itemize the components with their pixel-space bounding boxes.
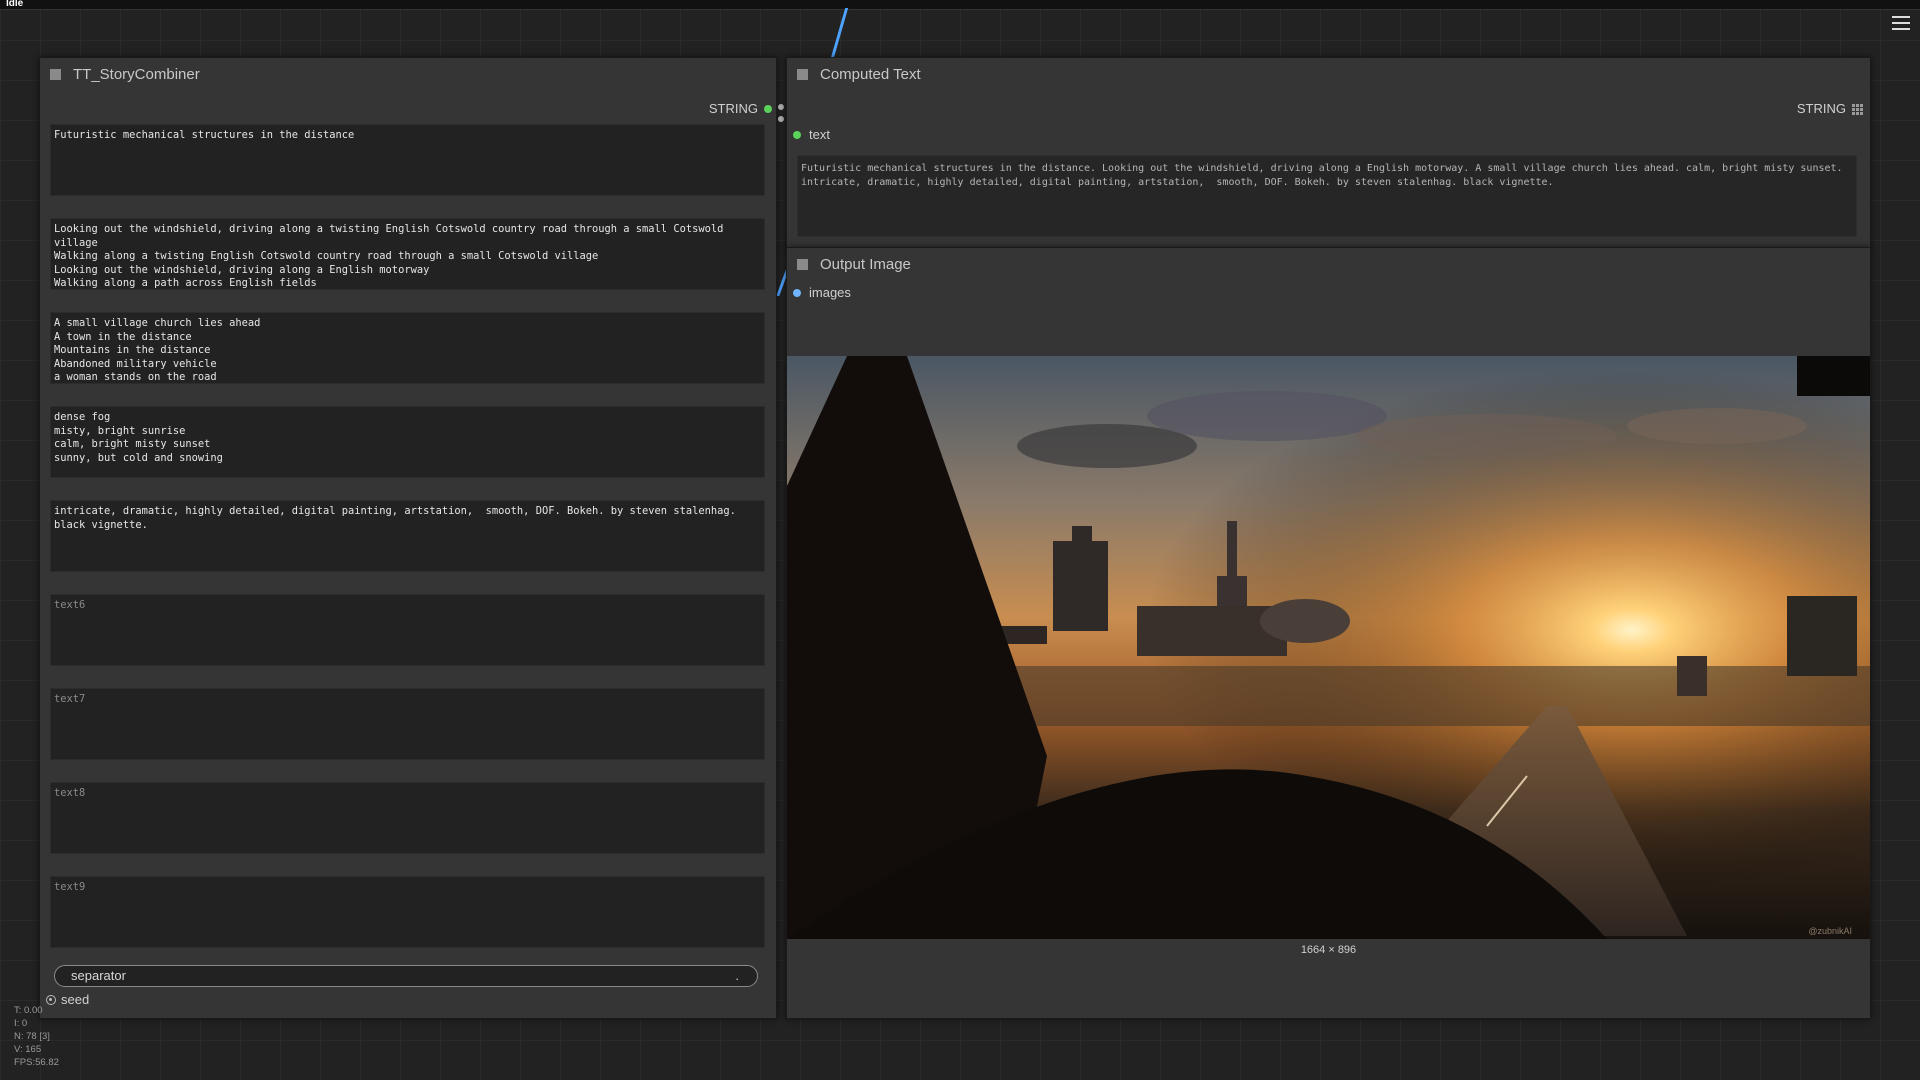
computed-text-display: Futuristic mechanical structures in the … [797, 155, 1857, 237]
stat-iterations: I: 0 [14, 1018, 28, 1029]
input-dot-icon[interactable] [793, 130, 801, 139]
text9-field[interactable]: text9 [50, 876, 765, 948]
text6-field[interactable]: text6 [50, 594, 765, 666]
text4-field[interactable]: dense fog misty, bright sunrise calm, br… [50, 406, 765, 478]
stat-fps: FPS:56.82 [14, 1057, 59, 1068]
performance-stats: T: 0.00 I: 0 N: 78 [3] V: 165 FPS:56.82 [14, 1004, 59, 1069]
text3-field[interactable]: A small village church lies ahead A town… [50, 312, 765, 384]
seed-label: seed [61, 992, 90, 1007]
collapse-node-icon[interactable] [797, 259, 808, 270]
stat-vertices: V: 165 [14, 1044, 42, 1055]
text5-field[interactable]: intricate, dramatic, highly detailed, di… [50, 500, 765, 572]
output-slot[interactable]: STRING [709, 101, 772, 116]
node-title: TT_StoryCombiner [73, 66, 200, 83]
computed-text-node[interactable]: Computed Text STRING text Futuristic mec… [786, 57, 1871, 249]
collapse-node-icon[interactable] [797, 69, 808, 80]
generated-image-art: @zubnikAI [787, 356, 1870, 939]
text8-field[interactable]: text8 [50, 782, 765, 854]
stat-time: T: 0.00 [14, 1005, 43, 1016]
output-label: STRING [1796, 101, 1846, 116]
input-label: text [809, 127, 830, 142]
output-slot[interactable]: STRING [1796, 101, 1863, 116]
text-input-slot[interactable]: text [793, 127, 830, 142]
list-output-icon[interactable] [1852, 103, 1863, 115]
node-title: Computed Text [820, 66, 921, 83]
story-combiner-node[interactable]: TT_StoryCombiner STRING Futuristic mecha… [39, 57, 777, 1019]
separator-value: . [735, 968, 739, 983]
image-dimensions: 1664 × 896 [1300, 944, 1357, 956]
node-title-bar[interactable]: Output Image [787, 248, 1870, 281]
image-watermark: @zubnikAI [1808, 926, 1852, 936]
queue-status: Idle [6, 0, 24, 9]
collapse-node-icon[interactable] [50, 69, 61, 80]
link-reroute [776, 104, 786, 132]
input-dot-icon[interactable] [793, 288, 801, 297]
generated-image[interactable]: @zubnikAI [787, 356, 1870, 939]
output-dot-icon[interactable] [764, 104, 772, 113]
hamburger-menu-icon[interactable] [1892, 16, 1910, 30]
images-input-slot[interactable]: images [793, 285, 851, 300]
input-label: images [809, 285, 851, 300]
output-image-node[interactable]: Output Image images @zubnikAI 1664 × 896 [786, 247, 1871, 1019]
node-title-bar[interactable]: TT_StoryCombiner [40, 58, 776, 91]
output-label: STRING [708, 101, 758, 116]
text7-field[interactable]: text7 [50, 688, 765, 760]
separator-label: separator [71, 968, 126, 983]
seed-input-dot-icon[interactable] [46, 994, 56, 1005]
text2-field[interactable]: Looking out the windshield, driving alon… [50, 218, 765, 290]
text1-field[interactable]: Futuristic mechanical structures in the … [50, 124, 765, 196]
separator-widget[interactable]: separator . [54, 965, 758, 987]
top-status-bar: Idle [0, 0, 1920, 10]
stat-nodes: N: 78 [3] [14, 1031, 50, 1042]
node-title: Output Image [820, 256, 911, 273]
node-title-bar[interactable]: Computed Text [787, 58, 1870, 91]
